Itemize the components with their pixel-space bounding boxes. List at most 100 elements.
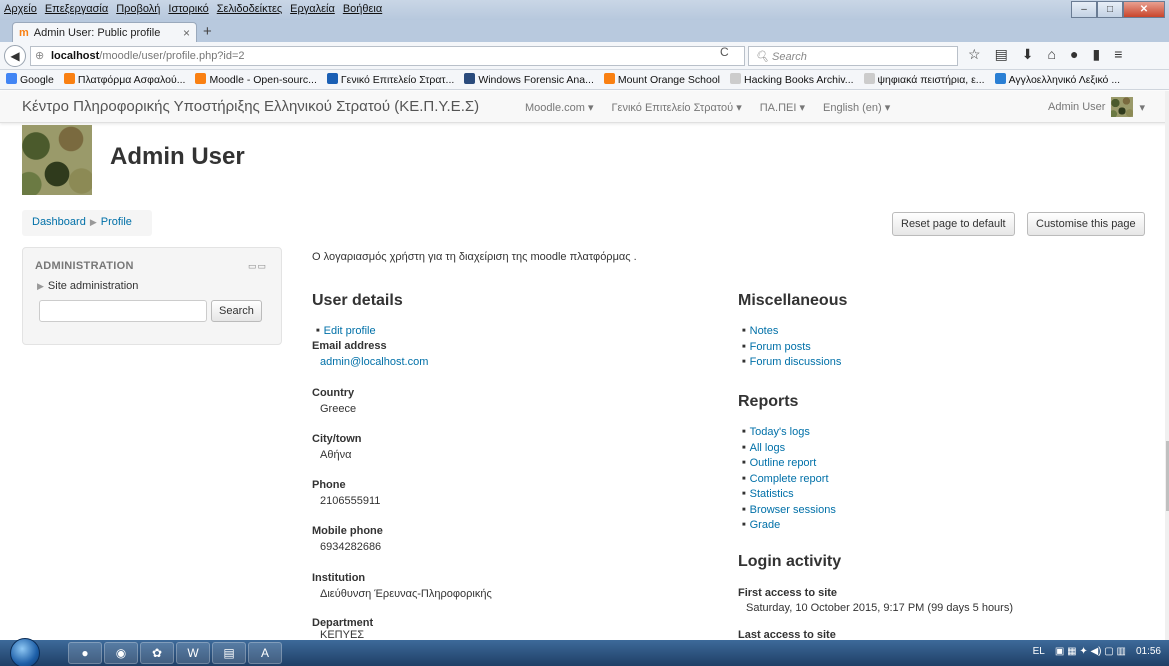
menu-icon[interactable]: ≡ <box>1114 46 1122 63</box>
notes-link[interactable]: Notes <box>742 324 841 340</box>
home-icon[interactable]: ⌂ <box>1048 46 1056 63</box>
bookmark-item[interactable]: Windows Forensic Ana... <box>464 73 594 86</box>
breadcrumb-profile[interactable]: Profile <box>101 216 132 228</box>
reload-icon[interactable]: C <box>720 45 729 59</box>
menu-help[interactable]: Βοήθεια <box>343 3 382 15</box>
custom-menu: Moodle.com ▾ Γενικό Επιτελείο Στρατού ▾ … <box>525 101 890 114</box>
close-window-button[interactable]: ✕ <box>1123 1 1165 18</box>
star-icon[interactable]: ☆ <box>968 46 981 63</box>
outline-report-link[interactable]: Outline report <box>742 456 836 472</box>
language-indicator[interactable]: EL <box>1033 646 1045 657</box>
bookmark-item[interactable]: Hacking Books Archiv... <box>730 73 854 86</box>
tab-profile[interactable]: m Admin User: Public profile × <box>12 22 197 42</box>
bookmark-item[interactable]: Mount Orange School <box>603 73 721 86</box>
bookmark-item[interactable]: Πλατφόρμα Ασφαλού... <box>63 73 185 86</box>
todays-logs-link[interactable]: Today's logs <box>742 425 836 441</box>
breadcrumb-separator-icon: ▶ <box>89 217 97 227</box>
close-tab-icon[interactable]: × <box>183 26 190 40</box>
administration-block: ADMINISTRATION ▭▭ ▶ Site administration S… <box>22 247 282 345</box>
clock[interactable]: 01:56 <box>1136 646 1161 657</box>
download-icon[interactable]: ⬇ <box>1022 46 1034 63</box>
url-path: /moodle/user/profile.php?id=2 <box>99 50 245 62</box>
breadcrumb-dashboard[interactable]: Dashboard <box>32 216 86 228</box>
menu-bookmarks[interactable]: Σελιδοδείκτες <box>217 3 282 15</box>
miscellaneous-heading: Miscellaneous <box>738 292 848 309</box>
institution-value: Διεύθυνση Έρευνας-Πληροφορικής <box>320 588 492 600</box>
bookmark-item[interactable]: Γενικό Επιτελείο Στρατ... <box>326 73 454 86</box>
reading-list-icon[interactable]: ▤ <box>995 46 1008 63</box>
window-titlebar: Αρχείο Επεξεργασία Προβολή Ιστορικό Σελι… <box>0 0 1169 20</box>
minimize-button[interactable]: – <box>1071 1 1097 18</box>
menu-view[interactable]: Προβολή <box>116 3 160 15</box>
all-logs-link[interactable]: All logs <box>742 441 836 457</box>
toolbar-icons: ☆ ▤ ⬇ ⌂ ● ▮ ≡ <box>968 46 1122 63</box>
city-label: City/town <box>312 433 362 445</box>
user-details-heading: User details <box>312 292 403 309</box>
chat-icon[interactable]: ● <box>1070 46 1078 63</box>
url-bar[interactable]: ⊕ localhost/moodle/user/profile.php?id=2 <box>30 46 745 66</box>
explorer-taskbar-icon[interactable]: ▤ <box>212 642 246 664</box>
bookmark-label: Mount Orange School <box>617 74 721 86</box>
forum-discussions-link[interactable]: Forum discussions <box>742 355 842 371</box>
miscellaneous-links: Notes Forum posts Forum discussions <box>742 324 842 371</box>
bookmark-item[interactable]: Google <box>6 73 54 86</box>
customise-page-button[interactable]: Customise this page <box>1027 212 1145 236</box>
menu-general-staff[interactable]: Γενικό Επιτελείο Στρατού ▾ <box>612 101 742 114</box>
bookmark-favicon-icon <box>63 73 75 84</box>
tab-title: Admin User: Public profile <box>33 26 161 39</box>
menu-history[interactable]: Ιστορικό <box>168 3 208 15</box>
email-value[interactable]: admin@localhost.com <box>320 356 428 368</box>
statistics-link[interactable]: Statistics <box>742 487 836 503</box>
bookmark-label: ψηφιακά πειστήρια, ε... <box>877 74 985 86</box>
page-scrollbar[interactable] <box>1165 91 1169 640</box>
word-taskbar-icon[interactable]: W <box>176 642 210 664</box>
user-menu[interactable]: Admin User ▾ <box>1048 97 1145 117</box>
menu-moodle-com[interactable]: Moodle.com ▾ <box>525 101 594 114</box>
browser-search-input[interactable]: 🔍︎ Search <box>748 46 958 66</box>
forum-posts-link[interactable]: Forum posts <box>742 340 841 356</box>
window-controls: – □ ✕ <box>1071 1 1165 18</box>
site-administration-item[interactable]: ▶ Site administration <box>37 280 138 292</box>
complete-report-link[interactable]: Complete report <box>742 472 836 488</box>
menu-language[interactable]: English (en) ▾ <box>823 101 890 114</box>
menu-edit[interactable]: Επεξεργασία <box>45 3 108 15</box>
back-button[interactable]: ◀ <box>4 45 26 67</box>
new-tab-button[interactable]: + <box>203 23 212 40</box>
bookmark-favicon-icon <box>603 73 615 84</box>
bookmark-item[interactable]: Moodle - Open-sourc... <box>195 73 317 86</box>
menu-papei[interactable]: ΠΑ.ΠΕΙ ▾ <box>760 101 805 114</box>
edit-profile-link[interactable]: Edit profile <box>316 324 376 340</box>
bookmark-label: Moodle - Open-sourc... <box>209 74 317 86</box>
grade-link[interactable]: Grade <box>742 518 836 534</box>
app-taskbar-icon[interactable]: ✿ <box>140 642 174 664</box>
admin-search-button[interactable]: Search <box>211 300 262 322</box>
tray-icons[interactable]: ▣ ▦ ✦ ◀) ▢ ▥ <box>1055 646 1126 657</box>
bookmark-item[interactable]: ψηφιακά πειστήρια, ε... <box>863 73 985 86</box>
site-name-link[interactable]: Κέντρο Πληροφορικής Υποστήριξης Ελληνικο… <box>22 98 479 115</box>
moodle-favicon-icon: m <box>19 26 29 39</box>
chrome-taskbar-icon[interactable]: ● <box>68 642 102 664</box>
browser-sessions-link[interactable]: Browser sessions <box>742 503 836 519</box>
expand-icon: ▶ <box>37 281 44 291</box>
reset-page-button[interactable]: Reset page to default <box>892 212 1015 236</box>
admin-search-input[interactable] <box>39 300 207 322</box>
menu-file[interactable]: Αρχείο <box>4 3 37 15</box>
bookmark-item[interactable]: Αγγλοελληνικό Λεξικό ... <box>994 73 1121 86</box>
bookmark-label: Αγγλοελληνικό Λεξικό ... <box>1008 74 1121 86</box>
bookmark-favicon-icon <box>863 73 875 84</box>
maximize-button[interactable]: □ <box>1097 1 1123 18</box>
bookmark-favicon-icon <box>464 73 476 84</box>
browser-navbar: ◀ ⊕ localhost/moodle/user/profile.php?id… <box>0 42 1169 70</box>
firefox-taskbar-icon[interactable]: ◉ <box>104 642 138 664</box>
menu-tools[interactable]: Εργαλεία <box>290 3 335 15</box>
start-button[interactable] <box>10 638 40 666</box>
moodle-navbar: Κέντρο Πληροφορικής Υποστήριξης Ελληνικο… <box>0 91 1169 123</box>
dock-icon[interactable]: ▭▭ <box>248 261 267 272</box>
avatar <box>1111 97 1134 117</box>
bookmarks-bar: Google Πλατφόρμα Ασφαλού... Moodle - Open-… <box>0 70 1169 90</box>
pdf-taskbar-icon[interactable]: A <box>248 642 282 664</box>
windows-taskbar: ● ◉ ✿ W ▤ A EL ▣ ▦ ✦ ◀) ▢ ▥ 01:56 <box>0 638 1169 666</box>
browser-menubar: Αρχείο Επεξεργασία Προβολή Ιστορικό Σελι… <box>4 3 382 15</box>
extension-icon[interactable]: ▮ <box>1092 46 1100 63</box>
globe-icon: ⊕ <box>35 50 45 62</box>
